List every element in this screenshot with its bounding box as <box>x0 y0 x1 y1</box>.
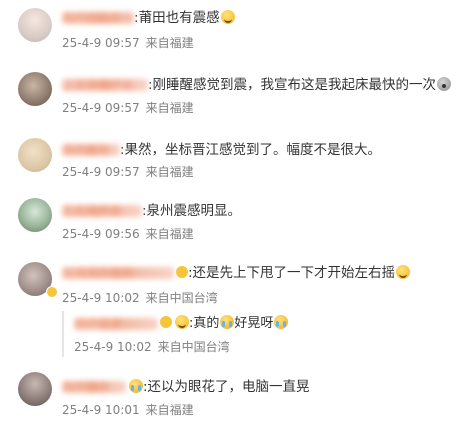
comment-time: 25-4-9 09:57 <box>62 101 140 115</box>
avatar[interactable] <box>18 198 52 232</box>
comment-meta: 25-4-9 10:01 来自福建 <box>62 402 194 418</box>
avatar[interactable] <box>18 138 52 172</box>
member-badge-icon <box>160 316 172 328</box>
commenter-name[interactable]: 用户名隐 <box>62 144 120 156</box>
comment-text: :刚睡醒感觉到震，我宣布这是我起床最快的一次 <box>148 77 437 93</box>
commenter-name[interactable]: 台湾用户名称 <box>62 267 174 279</box>
comment-source: 来自福建 <box>145 101 194 115</box>
comment-line: 无名用户音:泉州震感明显。 <box>62 202 241 220</box>
comment-line: 用户名隐:果然，坐标晋江感觉到了。幅度不是很大。 <box>62 141 381 159</box>
comment-line: 用户隐名 :还以为眼花了，电脑一直晃 <box>62 378 310 396</box>
commenter-name[interactable]: 用户隐名 <box>62 381 126 393</box>
comment-meta: 25-4-9 09:57 来自福建 <box>62 164 194 180</box>
crying-emoji-icon <box>220 315 235 329</box>
verified-badge-icon <box>46 286 58 298</box>
comment-line: 上文字用户名:刚睡醒感觉到震，我宣布这是我起床最快的一次 <box>62 76 452 94</box>
avatar[interactable] <box>18 72 52 106</box>
commenter-name[interactable]: 无名用户音 <box>62 205 142 217</box>
comment-meta: 25-4-9 09:57 来自福建 <box>62 35 194 51</box>
comment-text: :果然，坐标晋江感觉到了。幅度不是很大。 <box>120 142 382 158</box>
commenter-name[interactable]: 用户已隐藏名 <box>62 12 135 24</box>
reply-time: 25-4-9 10:02 <box>74 340 152 354</box>
reply-commenter-name[interactable]: 用户名子 <box>74 317 158 330</box>
comment-source: 来自福建 <box>145 227 194 241</box>
laugh-tears-emoji-icon <box>220 10 235 24</box>
comment-text: :泉州震感明显。 <box>142 203 242 219</box>
reply-line: 用户名子 :真的 好晃呀 <box>74 315 289 333</box>
comment-time: 25-4-9 09:56 <box>62 227 140 241</box>
crying-emoji-icon <box>274 315 289 329</box>
commenter-name[interactable]: 上文字用户名 <box>62 79 148 91</box>
reply-source: 来自中国台湾 <box>157 340 230 354</box>
laugh-tears-emoji-icon <box>175 315 189 329</box>
comment-source: 来自福建 <box>145 403 194 417</box>
comment-time: 25-4-9 09:57 <box>62 165 140 179</box>
avatar[interactable] <box>18 372 52 406</box>
avatar[interactable] <box>18 8 52 42</box>
comment-feed: 用户已隐藏名:莆田也有震感 25-4-9 09:57 来自福建 上文字用户名:刚睡… <box>0 0 466 425</box>
comment-meta: 25-4-9 09:56 来自福建 <box>62 226 194 242</box>
reply-text-part: 好晃呀 <box>234 316 274 331</box>
comment-source: 来自福建 <box>145 165 194 179</box>
crying-emoji-icon <box>129 379 143 393</box>
comment-line: 用户已隐藏名:莆田也有震感 <box>62 9 235 27</box>
comment-text: :莆田也有震感 <box>134 10 220 26</box>
member-badge-icon <box>176 266 188 278</box>
comment-time: 25-4-9 09:57 <box>62 36 140 50</box>
reply-block: 用户名子 :真的 好晃呀 25-4-9 10:02 来自中国台湾 <box>62 311 444 357</box>
comment-source: 来自中国台湾 <box>145 291 218 305</box>
comment-text: :还以为眼花了，电脑一直晃 <box>143 379 310 395</box>
comment-line: 台湾用户名称 :还是先上下甩了一下才开始左右摇 <box>62 264 411 282</box>
shocked-emoji-icon <box>437 77 452 91</box>
reply-meta: 25-4-9 10:02 来自中国台湾 <box>74 339 230 355</box>
comment-meta: 25-4-9 09:57 来自福建 <box>62 100 194 116</box>
comment-time: 25-4-9 10:02 <box>62 291 140 305</box>
comment-text: :还是先上下甩了一下才开始左右摇 <box>188 265 396 281</box>
comment-source: 来自福建 <box>145 36 194 50</box>
laugh-tears-emoji-icon <box>396 265 411 279</box>
comment-time: 25-4-9 10:01 <box>62 403 140 417</box>
comment-meta: 25-4-9 10:02 来自中国台湾 <box>62 290 218 306</box>
reply-text-part: :真的 <box>189 316 220 331</box>
